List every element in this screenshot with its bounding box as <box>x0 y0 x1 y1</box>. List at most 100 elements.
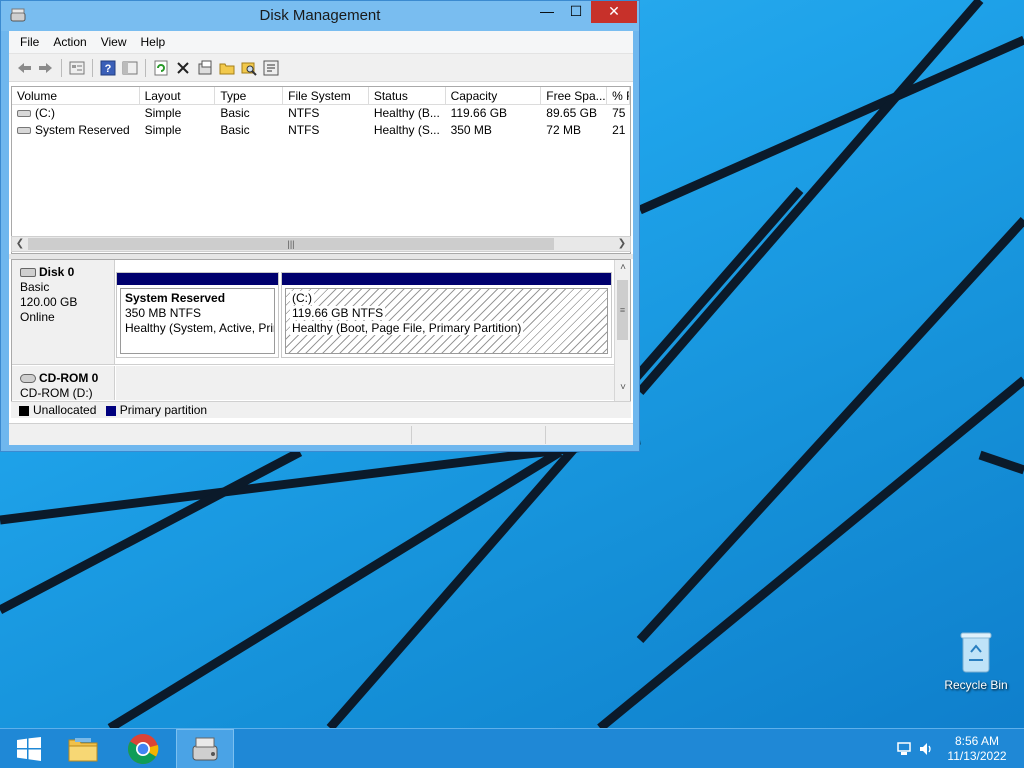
legend-unallocated: Unallocated <box>33 403 97 417</box>
menu-view[interactable]: View <box>94 35 134 49</box>
graph-vertical-scrollbar[interactable]: ˄ ≡ ˅ <box>614 260 630 416</box>
disk-row-divider <box>12 364 615 365</box>
disk-type: CD-ROM (D:) <box>20 386 93 400</box>
disk-name: Disk 0 <box>39 265 75 279</box>
back-arrow-icon[interactable] <box>13 57 35 79</box>
status-bar-divider <box>411 426 412 444</box>
disk-properties-icon[interactable] <box>194 57 216 79</box>
properties-icon[interactable] <box>66 57 88 79</box>
partition-details: (C:) 119.66 GB NTFS Healthy (Boot, Page … <box>285 288 608 354</box>
open-folder-icon[interactable] <box>216 57 238 79</box>
scroll-up-arrow-icon[interactable]: ˄ <box>615 260 630 276</box>
partition-c-drive[interactable]: (C:) 119.66 GB NTFS Healthy (Boot, Page … <box>281 272 612 358</box>
disk-0-label[interactable]: Disk 0 Basic 120.00 GB Online <box>12 260 115 364</box>
disk-management-icon <box>192 737 218 761</box>
disk-name: CD-ROM 0 <box>39 371 99 385</box>
cdrom-0-label[interactable]: CD-ROM 0 CD-ROM (D:) <box>12 366 115 400</box>
volume-cell: (C:) <box>12 105 140 122</box>
recycle-bin-label: Recycle Bin <box>944 678 1008 692</box>
partition-name: System Reserved <box>125 291 226 305</box>
start-button[interactable] <box>0 729 58 768</box>
scroll-left-arrow-icon[interactable]: ❮ <box>12 237 28 251</box>
volume-cell: System Reserved <box>12 122 140 139</box>
legend-primary-partition: Primary partition <box>119 403 208 417</box>
scrollbar-thumb[interactable]: ||| <box>28 238 554 250</box>
close-button[interactable]: ✕ <box>591 1 637 23</box>
forward-arrow-icon[interactable] <box>35 57 57 79</box>
list-horizontal-scrollbar[interactable]: ❮ ||| ❯ <box>11 236 631 252</box>
menu-help[interactable]: Help <box>134 35 173 49</box>
maximize-button[interactable]: ☐ <box>562 1 590 23</box>
disk-size: 120.00 GB <box>20 295 78 309</box>
column-header-percent-free[interactable]: % F <box>607 87 630 104</box>
column-header-capacity[interactable]: Capacity <box>446 87 542 104</box>
capacity-cell: 119.66 GB <box>450 106 508 120</box>
file-system-cell: NTFS <box>288 106 320 120</box>
status-bar-divider <box>545 426 546 444</box>
clock-time: 8:56 AM <box>954 734 1000 748</box>
explore-icon[interactable] <box>238 57 260 79</box>
cd-rom-icon <box>20 374 36 384</box>
volume-name: System Reserved <box>35 123 130 137</box>
partition-size: 350 MB NTFS <box>125 306 202 320</box>
folder-icon <box>68 738 98 762</box>
chrome-button[interactable] <box>114 729 172 768</box>
volume-name: (C:) <box>35 106 55 120</box>
scroll-right-arrow-icon[interactable]: ❯ <box>614 237 630 251</box>
type-cell: Basic <box>220 123 250 137</box>
file-system-cell: NTFS <box>288 123 320 137</box>
clock[interactable]: 8:56 AM 11/13/2022 <box>942 734 1012 764</box>
menu-bar: File Action View Help <box>9 31 633 54</box>
disk-management-taskbar-button[interactable] <box>176 729 234 768</box>
column-header-layout[interactable]: Layout <box>140 87 216 104</box>
help-icon[interactable]: ? <box>97 57 119 79</box>
partition-status: Healthy (System, Active, Prir <box>125 321 275 335</box>
title-bar[interactable]: Disk Management — ☐ ✕ <box>1 1 639 31</box>
free-space-cell: 89.65 GB <box>546 106 597 120</box>
menu-action[interactable]: Action <box>46 35 93 49</box>
show-hide-icon[interactable] <box>119 57 141 79</box>
hard-disk-icon <box>20 268 36 278</box>
clock-date: 11/13/2022 <box>947 749 1007 763</box>
system-tray: 8:56 AM 11/13/2022 <box>884 729 1024 768</box>
status-cell: Healthy (B... <box>373 106 440 120</box>
taskbar: 8:56 AM 11/13/2022 <box>0 728 1024 768</box>
file-explorer-button[interactable] <box>54 729 112 768</box>
menu-file[interactable]: File <box>13 35 46 49</box>
column-header-file-system[interactable]: File System <box>283 87 369 104</box>
partition-system-reserved[interactable]: System Reserved 350 MB NTFS Healthy (Sys… <box>116 272 279 358</box>
primary-partition-bar <box>117 273 278 285</box>
recycle-bin-icon <box>959 630 993 674</box>
refresh-icon[interactable] <box>150 57 172 79</box>
free-space-cell: 72 MB <box>546 123 581 137</box>
toolbar-separator <box>145 58 146 77</box>
recycle-bin-shortcut[interactable]: Recycle Bin <box>940 630 1012 692</box>
column-header-volume[interactable]: Volume <box>12 87 140 104</box>
partition-status: Healthy (Boot, Page File, Primary Partit… <box>290 321 524 335</box>
status-cell: Healthy (S... <box>373 123 440 137</box>
windows-logo-icon <box>17 737 41 761</box>
column-header-status[interactable]: Status <box>369 87 446 104</box>
network-icon[interactable] <box>896 741 912 757</box>
volume-list-header: Volume Layout Type File System Status Ca… <box>12 87 630 105</box>
toolbar-separator <box>61 58 62 77</box>
primary-partition-swatch <box>105 405 116 416</box>
type-cell: Basic <box>220 106 250 120</box>
volume-icon[interactable] <box>918 741 934 757</box>
column-header-free-space[interactable]: Free Spa... <box>541 87 608 104</box>
window-client-area: File Action View Help ? Volume Layout Ty… <box>9 31 633 445</box>
chrome-icon <box>128 734 159 765</box>
percent-free-cell: 75 <box>612 106 626 120</box>
delete-icon[interactable] <box>172 57 194 79</box>
table-row[interactable]: (C:) Simple Basic NTFS Healthy (B... 119… <box>12 105 630 122</box>
volume-icon <box>17 127 31 135</box>
status-bar <box>9 423 633 445</box>
table-row[interactable]: System Reserved Simple Basic NTFS Health… <box>12 122 630 139</box>
disk-graphical-view: Disk 0 Basic 120.00 GB Online System Res… <box>11 259 631 417</box>
volume-list: Volume Layout Type File System Status Ca… <box>11 86 631 254</box>
scroll-down-arrow-icon[interactable]: ˅ <box>615 380 630 396</box>
column-header-type[interactable]: Type <box>215 87 284 104</box>
minimize-button[interactable]: — <box>533 1 561 23</box>
scrollbar-thumb[interactable]: ≡ <box>617 280 628 340</box>
rescan-icon[interactable] <box>260 57 282 79</box>
